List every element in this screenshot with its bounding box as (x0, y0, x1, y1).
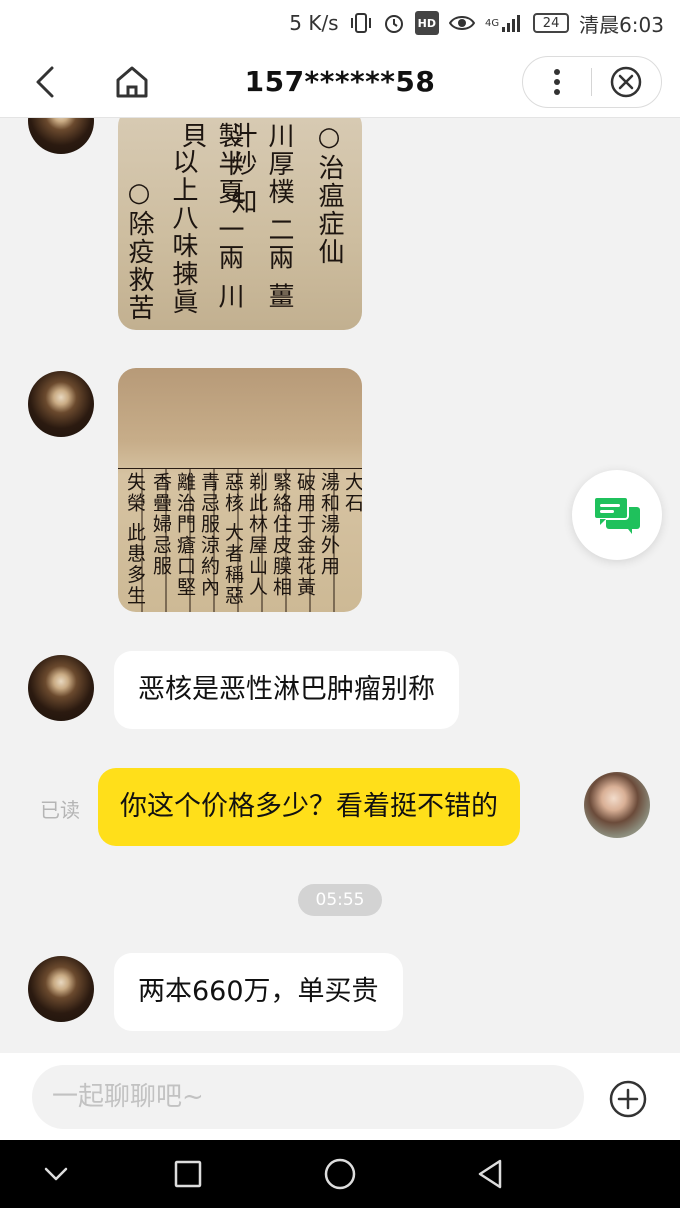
image-text-column: 剃此林屋山人 (246, 472, 268, 598)
vibrate-icon (349, 11, 373, 35)
floating-chat-button[interactable] (572, 470, 662, 560)
battery-level: 24 (542, 15, 560, 31)
image-text-column: 破用于金花黃 (294, 472, 316, 598)
image-text-column: 大石 (342, 472, 362, 514)
system-nav-bar (0, 1140, 680, 1208)
timestamp: 05:55 (298, 884, 382, 916)
avatar-self[interactable] (584, 772, 650, 838)
image-text-column: 惡核 大者稱惡 (222, 472, 244, 607)
message-image[interactable]: 大石 湯和湯外用 破用于金花黃 緊絡住皮膜相 剃此林屋山人 惡核 大者稱惡 青忌… (118, 368, 362, 612)
message-image[interactable]: ○治瘟症仙 川厚樸 二兩 薑汁炒 知 製半夏 一兩 川貝 以上八味揀眞 ○除疫救… (118, 118, 362, 330)
message-bubble-self[interactable]: 你这个价格多少？看着挺不错的 (98, 768, 520, 846)
image-text-column: 失榮 此患多生 (124, 472, 146, 607)
message-bubble[interactable]: 恶核是恶性淋巴肿瘤别称 (114, 651, 459, 729)
chat-area[interactable]: ○治瘟症仙 川厚樸 二兩 薑汁炒 知 製半夏 一兩 川貝 以上八味揀眞 ○除疫救… (0, 118, 680, 1053)
chat-float-icon (593, 496, 640, 534)
message-text: 恶核是恶性淋巴肿瘤别称 (138, 673, 435, 705)
sys-collapse-button[interactable] (36, 1154, 76, 1194)
add-icon (609, 1080, 647, 1118)
message-text: 两本660万，单买贵 (138, 975, 379, 1007)
sys-back-button[interactable] (470, 1154, 510, 1194)
image-text-column: ○治瘟症仙 (314, 122, 344, 266)
nav-bar: 157******58 (0, 46, 680, 118)
sys-collapse-icon (44, 1167, 68, 1181)
home-icon (116, 66, 148, 98)
image-text-column: 以上八味揀眞 (168, 148, 198, 316)
home-button[interactable] (110, 60, 154, 104)
add-button[interactable] (606, 1077, 650, 1121)
eye-icon (448, 11, 475, 35)
image-text-column: 離治門瘡口堅 (174, 472, 196, 598)
more-button[interactable] (523, 57, 591, 107)
sys-home-icon (324, 1158, 356, 1190)
image-text-column: 緊絡住皮膜相 (270, 472, 292, 598)
sys-recents-icon (174, 1160, 202, 1188)
message-text: 你这个价格多少？看着挺不错的 (120, 790, 498, 822)
hd-icon: HD (414, 11, 439, 35)
message-bubble[interactable]: 两本660万，单买贵 (114, 953, 403, 1031)
message-input[interactable]: 一起聊聊吧~ (32, 1065, 584, 1129)
network-type: 4G (484, 17, 500, 29)
read-status: 已读 (40, 798, 80, 822)
close-button[interactable] (592, 57, 662, 107)
status-bar: 5 K/s HD 4G 24 清晨6:03 (0, 0, 680, 46)
avatar[interactable] (28, 956, 94, 1022)
alarm-icon (383, 11, 405, 35)
input-bar: 一起聊聊吧~ (0, 1053, 680, 1140)
battery-icon: 24 (533, 13, 570, 33)
more-icon (553, 69, 560, 95)
avatar[interactable] (28, 371, 94, 437)
clock: 清晨6:03 (579, 12, 664, 37)
net-speed: 5 K/s (289, 11, 339, 35)
back-button[interactable] (24, 60, 68, 104)
image-text-column: 湯和湯外用 (318, 472, 340, 577)
mini-app-capsule (522, 56, 662, 108)
back-icon (36, 66, 54, 98)
sys-back-icon (478, 1159, 502, 1189)
sys-home-button[interactable] (320, 1154, 360, 1194)
image-text-column: ○除疫救苦 (124, 178, 154, 322)
signal-icon: 4G (485, 11, 523, 35)
avatar[interactable] (28, 118, 94, 154)
avatar[interactable] (28, 655, 94, 721)
close-icon (611, 66, 642, 98)
image-text-column: 青忌服涼約內 (198, 472, 220, 598)
sys-recents-button[interactable] (168, 1154, 208, 1194)
image-text-column: 香疊婦忌服 (150, 472, 172, 577)
